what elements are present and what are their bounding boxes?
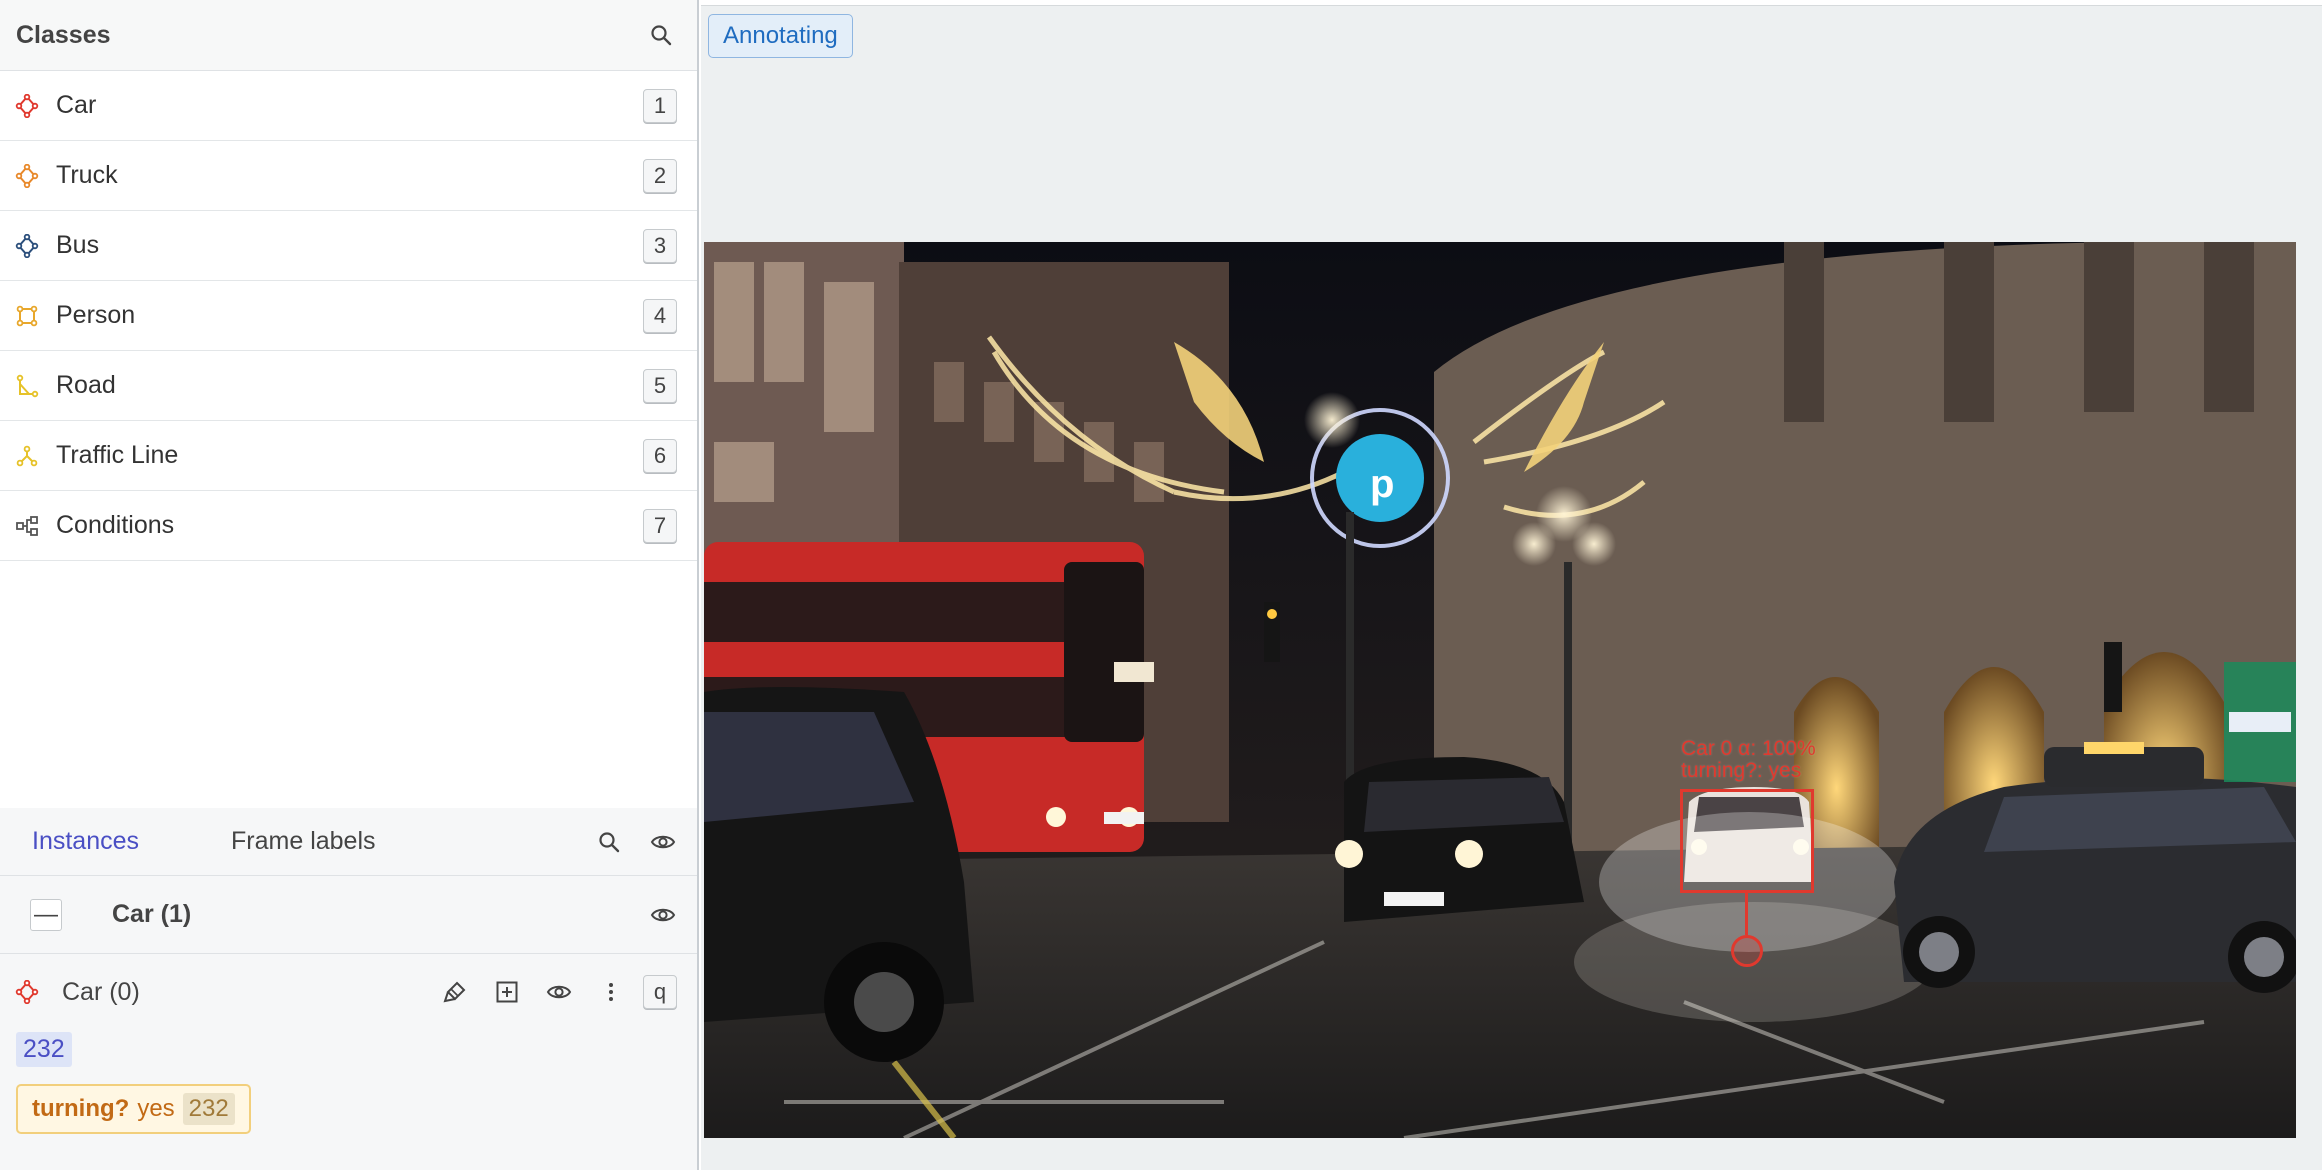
svg-text:p: p [1370,462,1394,506]
instance-more-button[interactable] [591,972,631,1012]
class-item-person[interactable]: Person 4 [0,281,697,351]
search-instances-button[interactable] [589,822,629,862]
bbox-label: Car 0 α: 100% turning?: yes [1681,738,1816,782]
eye-icon [546,985,572,999]
bbox-label-attribute: turning?: yes [1681,759,1802,782]
hotkey-badge: q [643,975,677,1009]
search-icon [599,831,620,852]
polygon-icon [14,93,40,119]
instance-visibility-button[interactable] [539,972,579,1012]
hotkey-badge: 3 [643,228,677,263]
add-to-group-button[interactable] [487,972,527,1012]
polygon-icon [14,163,40,189]
instances-panel: Instances Frame labels — Car (1) Car (0)… [0,808,697,1170]
instance-row[interactable]: Car (0) q [0,954,697,1030]
street-scene-image[interactable]: p Car 0 α: 100% turning?: yes [704,242,2296,1138]
edit-instance-button[interactable] [435,972,475,1012]
instance-id-badge: 232 [16,1032,72,1067]
hotkey-badge: 5 [643,368,677,403]
left-sidebar: Classes Car 1 Truck 2 Bus 3 Person 4 Roa… [0,0,699,1170]
skeleton-icon [14,443,40,469]
hierarchy-icon [14,513,40,539]
hotkey-badge: 7 [643,508,677,543]
classes-header: Classes [0,0,697,71]
canvas-top-bar [701,0,2322,6]
bbox-rotation-handle[interactable] [1731,935,1763,967]
attribute-name: turning? [32,1095,130,1122]
class-item-conditions[interactable]: Conditions 7 [0,491,697,561]
instance-label: Car (0) [62,977,140,1006]
hotkey-badge: 1 [643,88,677,123]
class-item-truck[interactable]: Truck 2 [0,141,697,211]
class-item-bus[interactable]: Bus 3 [0,211,697,281]
group-label: Car (1) [112,900,192,928]
attribute-chip[interactable]: turning? yes 232 [16,1084,251,1134]
class-item-road[interactable]: Road 5 [0,351,697,421]
class-label: Truck [56,161,118,189]
class-item-car[interactable]: Car 1 [0,71,697,141]
bbox-label-title: Car 0 α: 100% [1681,737,1816,760]
status-badge: Annotating [708,14,853,58]
class-label: Car [56,91,97,119]
search-icon [651,25,672,46]
polygon-icon [14,979,40,1005]
car-bounding-box[interactable] [1680,789,1814,893]
class-label: Traffic Line [56,441,179,469]
polygon-icon [14,233,40,259]
class-label: Bus [56,231,100,259]
hotkey-badge: 2 [643,158,677,193]
instance-group-car: — Car (1) [0,876,697,954]
annotation-canvas[interactable]: Annotating p Car 0 α: 100% turning?: yes [701,0,2322,1170]
add-box-icon [496,981,518,1003]
collapse-group-button[interactable]: — [30,898,62,931]
attribute-id-badge: 232 [182,1093,235,1125]
class-label: Person [56,301,136,329]
class-label: Conditions [56,511,175,539]
classes-title: Classes [16,20,111,49]
bbox-rotation-stem [1745,893,1748,935]
search-classes-button[interactable] [641,15,681,55]
attribute-value: yes [137,1095,175,1122]
group-visibility-button[interactable] [643,895,683,935]
eye-icon [650,908,676,921]
toggle-all-visibility-button[interactable] [643,822,683,862]
class-item-traffic-line[interactable]: Traffic Line 6 [0,421,697,491]
polyline-icon [14,373,40,399]
tab-frame-labels[interactable]: Frame labels [215,827,392,856]
scene-illustration: p [704,242,2296,1138]
eye-icon [650,835,676,848]
hotkey-badge: 4 [643,298,677,333]
class-list: Car 1 Truck 2 Bus 3 Person 4 Road 5 Traf… [0,71,697,561]
instances-tabs: Instances Frame labels [0,808,697,876]
class-label: Road [56,371,116,399]
brush-icon [443,981,466,1003]
more-vertical-icon [609,983,613,1001]
bounding-box-icon [14,303,40,329]
tab-instances[interactable]: Instances [16,827,155,856]
hotkey-badge: 6 [643,438,677,473]
